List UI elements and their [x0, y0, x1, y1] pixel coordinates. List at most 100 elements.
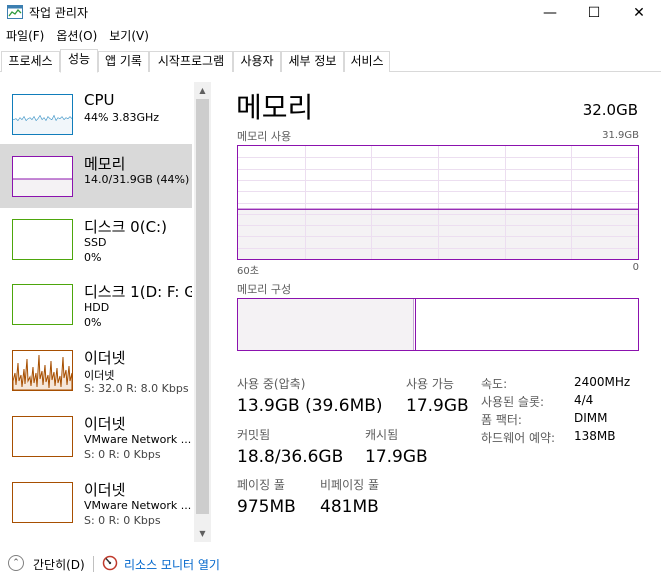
tab-processes[interactable]: 프로세스	[1, 51, 60, 72]
ethernet-1-thumbnail-graph	[13, 354, 72, 390]
speed-value: 2400MHz	[574, 375, 631, 389]
disk-1-thumbnail	[12, 284, 73, 325]
tab-performance[interactable]: 성능	[60, 49, 98, 73]
in-use-label: 사용 중(압축)	[237, 377, 306, 391]
tab-app-history[interactable]: 앱 기록	[98, 51, 149, 72]
ethernet-2-adapter: VMware Network ...	[84, 433, 192, 446]
resource-monitor-icon	[102, 555, 118, 571]
disk-0-type: SSD	[84, 236, 107, 249]
scroll-thumb[interactable]	[196, 99, 209, 514]
usage-chart-x-left: 60초	[237, 266, 259, 277]
speed-label: 속도:	[481, 377, 508, 391]
maximize-icon: ☐	[587, 4, 601, 21]
resource-list: CPU 44% 3.83GHz 메모리 14.0/31.9GB (44%) 디스…	[0, 82, 192, 542]
footer-divider	[93, 556, 94, 572]
cpu-thumbnail-graph	[13, 114, 72, 134]
scroll-down-button[interactable]: ▼	[194, 525, 211, 542]
usage-chart-label: 메모리 사용	[237, 130, 292, 143]
minimize-icon: —	[543, 4, 557, 21]
tab-services[interactable]: 서비스	[344, 51, 390, 72]
ethernet-2-throughput: S: 0 R: 0 Kbps	[84, 448, 161, 461]
ethernet-1-title: 이더넷	[84, 349, 126, 367]
ethernet-3-throughput: S: 0 R: 0 Kbps	[84, 514, 161, 527]
close-icon: ✕	[633, 4, 645, 21]
usage-chart-x-right: 0	[632, 262, 639, 273]
nonpaged-pool-value: 481MB	[320, 497, 379, 517]
menu-options[interactable]: 옵션(O)	[50, 27, 103, 47]
memory-thumbnail-graph	[13, 178, 72, 196]
ethernet-3-title: 이더넷	[84, 481, 126, 499]
form-factor-label: 폼 팩터:	[481, 413, 522, 427]
close-button[interactable]: ✕	[616, 0, 661, 25]
ethernet-2-thumbnail	[12, 416, 73, 457]
usage-chart-max: 31.9GB	[602, 130, 639, 141]
fewer-details-button[interactable]: 간단히(D)	[33, 556, 85, 573]
sidebar-item-cpu[interactable]: CPU 44% 3.83GHz	[0, 82, 192, 146]
fewer-details-icon[interactable]: ⌃	[8, 555, 24, 571]
sidebar-item-ethernet-3[interactable]: 이더넷 VMware Network ... S: 0 R: 0 Kbps	[0, 470, 192, 534]
slots-label: 사용된 슬롯:	[481, 395, 545, 409]
memory-thumbnail	[12, 156, 73, 197]
composition-in-use	[238, 299, 414, 350]
total-memory: 32.0GB	[582, 101, 638, 119]
ethernet-2-title: 이더넷	[84, 415, 126, 433]
maximize-button[interactable]: ☐	[571, 0, 617, 25]
hardware-reserved-label: 하드웨어 예약:	[481, 431, 556, 445]
committed-label: 커밋됨	[237, 428, 271, 442]
tab-details[interactable]: 세부 정보	[281, 51, 344, 72]
memory-title: 메모리	[84, 155, 126, 173]
memory-summary: 14.0/31.9GB (44%)	[84, 173, 190, 186]
disk-0-title: 디스크 0(C:)	[84, 218, 167, 236]
menu-view[interactable]: 보기(V)	[103, 27, 155, 47]
footer: ⌃ 간단히(D) 리소스 모니터 열기	[0, 548, 661, 585]
tab-startup[interactable]: 시작프로그램	[149, 51, 233, 72]
menu-bar: 파일(F) 옵션(O) 보기(V)	[0, 27, 155, 47]
memory-composition-bar	[237, 298, 639, 351]
cpu-title: CPU	[84, 91, 115, 109]
cached-label: 캐시됨	[365, 428, 399, 442]
task-manager-icon	[7, 5, 23, 19]
disk-1-type: HDD	[84, 301, 110, 314]
hardware-reserved-value: 138MB	[574, 429, 616, 443]
composition-label: 메모리 구성	[237, 283, 292, 296]
scroll-down-icon: ▼	[199, 529, 206, 538]
available-label: 사용 가능	[406, 377, 454, 391]
cpu-thumbnail	[12, 94, 73, 135]
scroll-up-button[interactable]: ▲	[194, 82, 211, 99]
open-resource-monitor-link[interactable]: 리소스 모니터 열기	[124, 556, 220, 573]
ethernet-1-thumbnail	[12, 350, 73, 391]
disk-0-usage: 0%	[84, 251, 102, 264]
sidebar-item-disk-1[interactable]: 디스크 1(D: F: G HDD 0%	[0, 272, 192, 336]
disk-1-usage: 0%	[84, 316, 102, 329]
in-use-value: 13.9GB (39.6MB)	[237, 396, 383, 416]
tab-users[interactable]: 사용자	[233, 51, 281, 72]
sidebar-item-ethernet-2[interactable]: 이더넷 VMware Network ... S: 0 R: 0 Kbps	[0, 404, 192, 468]
cpu-summary: 44% 3.83GHz	[84, 111, 160, 124]
tab-strip: 프로세스 성능 앱 기록 시작프로그램 사용자 세부 정보 서비스	[0, 49, 661, 73]
slots-value: 4/4	[574, 393, 594, 407]
scroll-up-icon: ▲	[199, 86, 206, 95]
minimize-button[interactable]: —	[527, 0, 573, 25]
ethernet-1-throughput: S: 32.0 R: 8.0 Kbps	[84, 382, 189, 395]
available-value: 17.9GB	[406, 396, 469, 416]
memory-usage-chart	[237, 145, 639, 260]
ethernet-3-thumbnail	[12, 482, 73, 523]
paged-pool-label: 페이징 풀	[237, 478, 285, 492]
disk-1-title: 디스크 1(D: F: G	[84, 283, 192, 301]
sidebar-scrollbar[interactable]: ▲ ▼	[194, 82, 211, 542]
page-title: 메모리	[236, 91, 314, 124]
nonpaged-pool-label: 비페이징 풀	[320, 478, 380, 492]
sidebar-item-ethernet-1[interactable]: 이더넷 이더넷 S: 32.0 R: 8.0 Kbps	[0, 338, 192, 402]
ethernet-1-adapter: 이더넷	[84, 369, 115, 382]
ethernet-3-adapter: VMware Network ...	[84, 499, 192, 512]
menu-file[interactable]: 파일(F)	[0, 27, 50, 47]
cached-value: 17.9GB	[365, 447, 428, 467]
title-bar: 작업 관리자 — ☐ ✕	[0, 0, 661, 25]
sidebar-item-memory[interactable]: 메모리 14.0/31.9GB (44%)	[0, 144, 192, 208]
paged-pool-value: 975MB	[237, 497, 296, 517]
window-title: 작업 관리자	[29, 6, 89, 20]
composition-modified	[415, 299, 417, 350]
memory-usage-graph	[238, 146, 638, 259]
form-factor-value: DIMM	[574, 411, 608, 425]
sidebar-item-disk-0[interactable]: 디스크 0(C:) SSD 0%	[0, 207, 192, 271]
